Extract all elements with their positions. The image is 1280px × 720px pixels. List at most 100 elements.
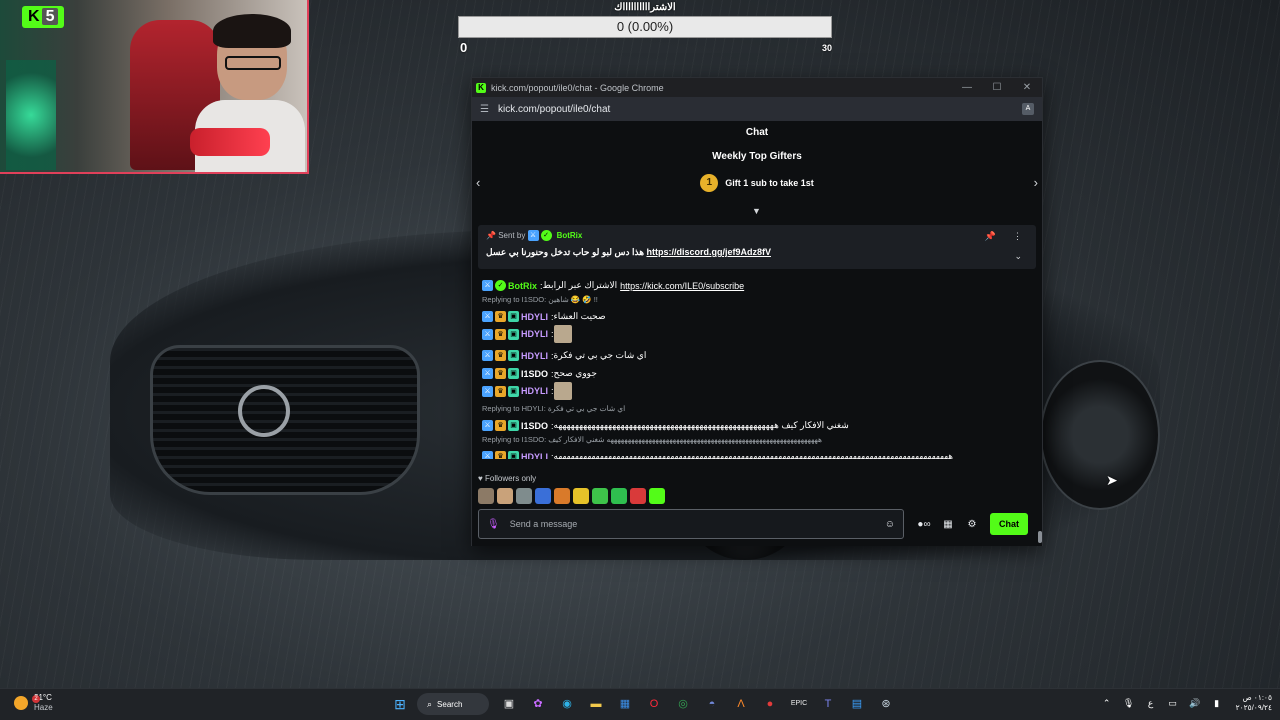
copilot-icon[interactable]: ✿ [526,693,550,715]
address-bar[interactable]: ☰ kick.com/popout/ile0/chat A [472,97,1042,121]
chat-message: ⚔ ♛ ▣ I1SDO: جووي صحح [482,368,1032,379]
reply-context[interactable]: Replying to HDYLI: اي شات جي بي تي فكرة [482,404,1032,413]
microphone-icon[interactable]: 🎙 [487,519,500,530]
chat-text: شغني الافكار كيف ههههههههههههههههههههههه… [553,420,849,430]
emote-10[interactable] [649,488,665,504]
app-a-icon[interactable]: Λ [729,693,753,715]
scrollbar[interactable] [1038,531,1042,543]
chat-message: ⚔ ♛ ▣ HDYLI: [482,382,1032,400]
file-explorer-icon[interactable]: ▬ [584,693,608,715]
opera-icon[interactable]: O [642,693,666,715]
chat-username[interactable]: HDYLI [521,452,548,460]
chevron-right-icon[interactable]: › [1034,175,1038,190]
chrome-window: K kick.com/popout/ile0/chat - Google Chr… [471,77,1043,546]
emote-7[interactable] [592,488,608,504]
emote-4[interactable] [535,488,551,504]
message-input[interactable]: 🎙 Send a message ☺ [478,509,904,539]
mod-badge-icon: ⚔ [482,311,493,322]
sub-badge-icon: ▣ [508,420,519,431]
mod-badge-icon: ⚔ [482,368,493,379]
edge-icon[interactable]: ◉ [555,693,579,715]
chat-message: ⚔ ♛ ▣ HDYLI: اي شات جي بي تي فكرة [482,350,1032,361]
car-wheel [1040,360,1160,510]
chat-send-button[interactable]: Chat [990,513,1028,535]
chat-title: Chat [745,127,769,138]
emote-6[interactable] [573,488,589,504]
volume-icon[interactable]: 🔊 [1184,698,1206,709]
gifter-text[interactable]: Gift 1 sub to take 1st [725,178,814,188]
discord-icon[interactable]: ◓ [700,693,724,715]
pc-case [6,60,56,170]
microphone [190,128,270,156]
vip-badge-icon: ♛ [495,368,506,379]
pin-small-icon: 📌 [486,231,499,240]
translate-icon[interactable]: A [1022,103,1034,115]
vip-badge-icon: ♛ [495,420,506,431]
reply-context[interactable]: Replying to I1SDO: شاهين 😂 🤣 !! [482,295,1032,304]
chat-username[interactable]: I1SDO [521,421,548,431]
store-app-icon[interactable]: ▦ [613,693,637,715]
sub-badge-icon: ▣ [508,350,519,361]
mod-badge-icon: ⚔ [482,420,493,431]
emote-1[interactable] [478,488,494,504]
taskbar-search[interactable]: ⌕ Search [417,693,489,715]
chat-username[interactable]: HDYLI [521,351,548,361]
mod-badge-icon: ⚔ [482,385,493,397]
weather-icon [14,696,28,710]
clock[interactable]: ٠١:٠٥ ص ٢٠٢٥/٠٩/٢٤ [1236,693,1272,713]
epic-games-icon[interactable]: EPIC [787,693,811,715]
emote-5[interactable] [554,488,570,504]
reply-context[interactable]: Replying to I1SDO: ههههههههههههههههههههه… [482,435,1032,444]
emote-8[interactable] [611,488,627,504]
rank-medal-icon: 1 [700,174,719,192]
chevron-up-icon[interactable]: ⌃ [1096,698,1118,709]
battery-icon[interactable]: ▮ [1206,698,1228,709]
sub-badge-icon: ▣ [508,328,519,340]
chevron-left-icon[interactable]: ‹ [476,175,480,190]
chat-message: ⚔ ♛ ▣ HDYLI: صحيت العشاء [482,311,1032,322]
chat-username[interactable]: HDYLI [521,329,548,339]
subscribe-link[interactable]: https://kick.com/ILE0/subscribe [620,281,744,291]
chat-username[interactable]: I1SDO [521,369,548,379]
chat-emote-icon[interactable] [553,382,572,400]
chat-username[interactable]: HDYLI [521,386,548,396]
teams-icon[interactable]: T [816,693,840,715]
task-view-icon[interactable]: ▣ [497,693,521,715]
channel-points-icon[interactable]: ●∞ [912,519,936,530]
pin-icon[interactable]: 📌 [985,231,996,242]
emote-3[interactable] [516,488,532,504]
chat-text: اي شات جي بي تي فكرة [553,350,647,360]
webcam-overlay: K5 [0,0,309,174]
url-text[interactable]: kick.com/popout/ile0/chat [498,104,1022,115]
steam-icon[interactable]: ⊛ [874,693,898,715]
message-placeholder[interactable]: Send a message [510,519,885,529]
search-icon: ⌕ [427,698,433,709]
weather-widget[interactable]: 2 31°C Haze [14,693,53,713]
collapse-icon[interactable]: ▼ [752,206,761,216]
verified-badge-icon: ✓ [540,230,552,241]
mic-tray-icon[interactable]: 🎙 [1118,698,1140,709]
emote-2[interactable] [497,488,513,504]
language-indicator[interactable]: ع [1140,698,1162,709]
pinned-username[interactable]: BotRix [557,231,583,240]
sub-badge-icon: ▣ [508,451,519,459]
start-icon[interactable]: ⊞ [388,693,412,715]
discord-link[interactable]: https://discord.gg/jef9Adz8fV [646,247,771,257]
more-options-icon[interactable]: ⋮ [1013,231,1022,242]
network-icon[interactable]: ▭ [1162,698,1184,709]
app-window-icon[interactable]: ▤ [845,693,869,715]
chat-username[interactable]: BotRix [508,281,537,291]
emoji-icon[interactable]: ☺ [885,519,895,530]
minimize-icon[interactable]: — [952,82,982,93]
app-record-icon[interactable]: ● [758,693,782,715]
chat-username[interactable]: HDYLI [521,312,548,322]
chrome-icon[interactable]: ◎ [671,693,695,715]
chat-emote-icon[interactable] [553,325,572,343]
store-icon[interactable]: ▦ [936,519,960,530]
site-info-icon[interactable]: ☰ [480,104,490,115]
settings-gear-icon[interactable]: ⚙ [960,519,984,530]
emote-9[interactable] [630,488,646,504]
close-icon[interactable]: ✕ [1012,82,1042,93]
maximize-icon[interactable]: ☐ [982,82,1012,93]
chevron-down-icon[interactable]: ⌄ [1014,251,1022,262]
